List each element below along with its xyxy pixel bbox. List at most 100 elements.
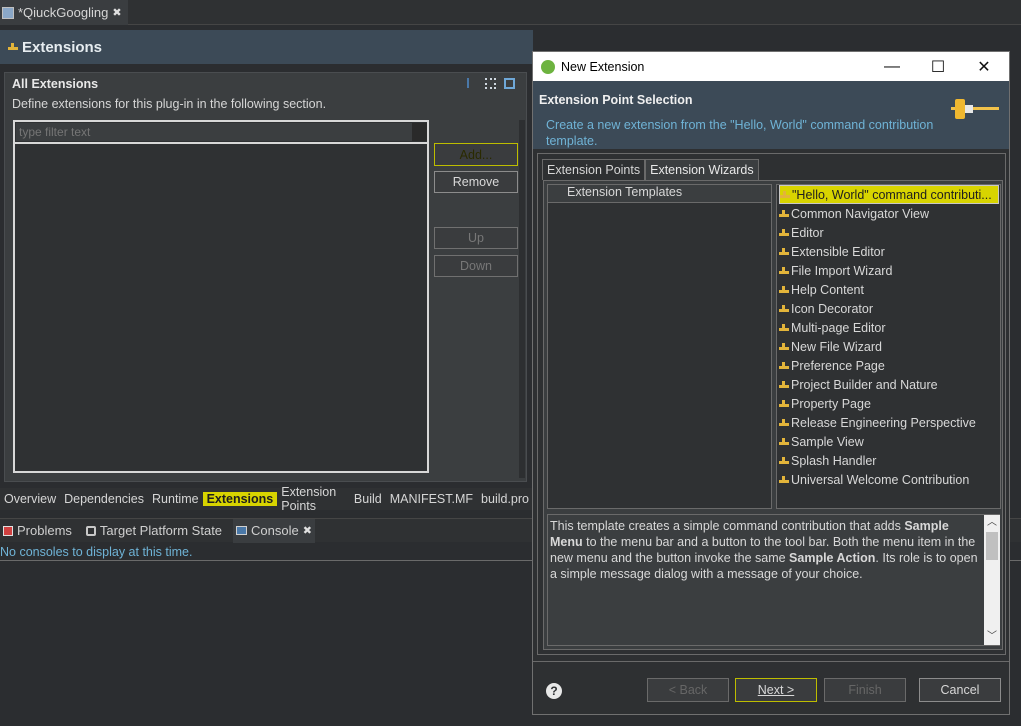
close-icon[interactable]: ✖ [112, 6, 121, 19]
extensions-tree[interactable] [13, 120, 429, 473]
list-item[interactable]: Universal Welcome Contribution [779, 470, 999, 489]
list-item-label: New File Wizard [791, 339, 882, 354]
tab-manifest[interactable]: MANIFEST.MF [386, 492, 477, 506]
tab-problems[interactable]: Problems [0, 519, 75, 543]
list-item[interactable]: File Import Wizard [779, 261, 999, 280]
next-button[interactable]: Next > [735, 678, 817, 702]
tab-extension-points[interactable]: Extension Points [277, 485, 350, 513]
list-item-label: Extensible Editor [791, 244, 885, 259]
plugin-icon [779, 456, 789, 465]
problems-icon [3, 525, 13, 536]
list-item[interactable]: Splash Handler [779, 451, 999, 470]
list-item-label: Help Content [791, 282, 864, 297]
list-item[interactable]: Common Navigator View [779, 204, 999, 223]
back-button[interactable]: < Back [647, 678, 729, 702]
dialog-footer: ? < Back Next > Finish Cancel [533, 661, 1009, 714]
description-scrollbar[interactable]: ︿ ﹀ [984, 515, 1000, 645]
list-item[interactable]: New File Wizard [779, 337, 999, 356]
list-item[interactable]: Sample View [779, 432, 999, 451]
form-pages-tabs: Overview Dependencies Runtime Extensions… [0, 485, 533, 513]
tab-build[interactable]: Build [350, 492, 386, 506]
list-item[interactable]: Property Page [779, 394, 999, 413]
console-icon [236, 526, 248, 535]
close-button[interactable]: ✕ [961, 52, 1007, 81]
target-icon [85, 525, 96, 536]
spring-icon [541, 59, 555, 74]
list-item-label: Common Navigator View [791, 206, 930, 221]
list-item[interactable]: Multi-page Editor [779, 318, 999, 337]
tree-divider [15, 142, 427, 144]
list-item[interactable]: Extensible Editor [779, 242, 999, 261]
list-item[interactable]: Project Builder and Nature [779, 375, 999, 394]
plugin-icon [779, 437, 789, 446]
editor-tab-title: *QiuckGoogling [18, 5, 109, 20]
list-item[interactable]: Help Content [779, 280, 999, 299]
tab-extensions[interactable]: Extensions [202, 492, 278, 506]
template-categories[interactable]: Extension Templates [547, 184, 772, 509]
close-icon[interactable]: ✖ [303, 524, 312, 537]
new-extension-dialog: New Extension — ☐ ✕ Extension Point Sele… [532, 51, 1010, 715]
template-description: This template creates a simple command c… [547, 514, 1000, 646]
list-item[interactable]: Preference Page [779, 356, 999, 375]
plugin-icon [779, 247, 789, 256]
extensions-icon [8, 42, 18, 52]
remove-button[interactable]: Remove [434, 171, 518, 193]
filter-input[interactable] [16, 123, 412, 141]
tab-extension-wizards[interactable]: Extension Wizards [645, 159, 759, 180]
tab-extension-points[interactable]: Extension Points [542, 159, 646, 180]
editor-tab[interactable]: *QiuckGoogling ✖ [0, 0, 128, 25]
up-button[interactable]: Up [434, 227, 518, 249]
list-item-label: File Import Wizard [791, 263, 893, 278]
tab-console[interactable]: Console ✖ [233, 518, 315, 543]
plugin-icon [779, 209, 789, 218]
list-item-label: Splash Handler [791, 453, 877, 468]
help-icon[interactable]: ? [546, 683, 562, 699]
collapse-all-icon[interactable] [504, 78, 515, 89]
template-category-header[interactable]: Extension Templates [548, 185, 771, 203]
plugin-icon [779, 399, 789, 408]
tab-build-properties[interactable]: build.pro [477, 492, 533, 506]
plugin-icon [779, 361, 789, 370]
tab-dependencies[interactable]: Dependencies [60, 492, 148, 506]
dialog-title: New Extension [561, 59, 645, 74]
list-item-label: Property Page [791, 396, 871, 411]
tab-target-label: Target Platform State [99, 523, 223, 538]
add-button[interactable]: Add... [434, 143, 518, 166]
clear-filter-icon[interactable] [412, 123, 427, 141]
finish-button[interactable]: Finish [824, 678, 906, 702]
plugin-icon [779, 228, 789, 237]
tab-target-platform[interactable]: Target Platform State [83, 519, 225, 543]
expand-all-icon[interactable] [485, 78, 496, 89]
dialog-header-description: Create a new extension from the "Hello, … [546, 118, 934, 148]
dialog-titlebar[interactable]: New Extension — ☐ ✕ [533, 52, 1009, 81]
down-button[interactable]: Down [434, 255, 518, 277]
list-item-label: Release Engineering Perspective [791, 415, 976, 430]
template-list: "Hello, World" command contributi... Com… [776, 184, 1001, 509]
minimize-button[interactable]: — [869, 52, 915, 81]
list-item-label: Icon Decorator [791, 301, 873, 316]
list-item[interactable]: "Hello, World" command contributi... [779, 185, 999, 204]
section-scrollbar[interactable] [519, 120, 525, 478]
cancel-button[interactable]: Cancel [919, 678, 1001, 702]
list-item-label: Universal Welcome Contribution [791, 472, 970, 487]
list-item[interactable]: Icon Decorator [779, 299, 999, 318]
list-item-label: "Hello, World" command contributi... [792, 187, 992, 202]
form-title: Extensions [22, 38, 103, 56]
tab-runtime[interactable]: Runtime [148, 492, 203, 506]
scroll-down-icon[interactable]: ﹀ [984, 629, 1000, 645]
scroll-up-icon[interactable]: ︿ [984, 515, 1000, 531]
maximize-button[interactable]: ☐ [915, 52, 961, 81]
sort-icon[interactable] [467, 78, 477, 88]
form-header: Extensions [0, 30, 533, 64]
list-item-label: Project Builder and Nature [791, 377, 938, 392]
editor-tab-strip: *QiuckGoogling ✖ [0, 0, 1021, 25]
scroll-thumb[interactable] [986, 532, 998, 560]
next-button-label: Next > [757, 683, 795, 697]
list-item[interactable]: Release Engineering Perspective [779, 413, 999, 432]
plugin-icon [780, 190, 790, 199]
tab-overview[interactable]: Overview [0, 492, 60, 506]
list-item[interactable]: Editor [779, 223, 999, 242]
section-title: All Extensions [12, 77, 99, 91]
plugin-icon [779, 342, 789, 351]
dialog-tabs: Extension Points Extension Wizards [542, 156, 759, 180]
